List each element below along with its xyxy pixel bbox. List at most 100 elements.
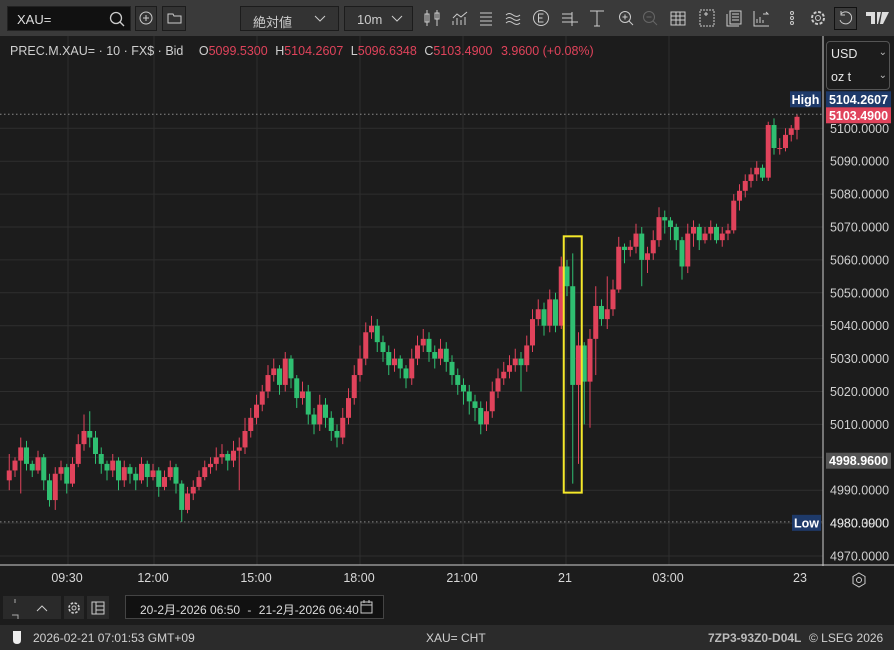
candle-body [213, 457, 219, 464]
event-icon[interactable] [531, 8, 551, 28]
candle-body [685, 233, 691, 267]
search-input[interactable]: XAU= [7, 6, 131, 31]
candle-body [190, 486, 196, 494]
y-tick-label: 5010.0000 [830, 418, 889, 432]
candle-body [29, 463, 35, 471]
candle-body [719, 233, 725, 241]
high-marker-label: High [792, 93, 820, 107]
x-tick-label: 03:00 [652, 571, 684, 585]
candle-body [144, 463, 150, 478]
candle-body [754, 167, 760, 175]
x-tick-label: 21:00 [446, 571, 478, 585]
candle-body [673, 227, 679, 241]
gear-icon [68, 602, 80, 614]
candle-body [622, 246, 627, 251]
candle-body [472, 401, 478, 408]
low-marker-label: Low [794, 516, 819, 530]
candle-body [231, 450, 236, 461]
last-price-label: 5103.4900 [829, 109, 888, 123]
x-tick-label: 23 [793, 571, 807, 585]
candle-body [449, 361, 455, 376]
overlays: High 5104.2607 5103.4900 4998.9600 Low 4980.3… [0, 91, 891, 531]
chart-export-icon[interactable] [751, 8, 771, 28]
gear-icon[interactable] [808, 8, 828, 28]
candle-body [208, 463, 213, 468]
low-value: 5096.6348 [357, 44, 417, 58]
interval-dropdown[interactable]: 10m [344, 6, 413, 31]
candle-body [242, 430, 248, 448]
candle-body [173, 467, 179, 484]
candle-body [518, 358, 524, 366]
change-value: 3.9600 (+0.08%) [500, 44, 594, 58]
calendar-icon[interactable] [360, 600, 373, 614]
grid: 4970.00004980.00004990.00005000.00005010… [0, 36, 894, 566]
interval-value: 10m [357, 12, 383, 27]
lines-icon[interactable] [476, 8, 496, 28]
candle-body [357, 358, 363, 376]
chart-settings-button[interactable] [63, 595, 85, 620]
search-value: XAU= [17, 12, 52, 27]
candle-body [12, 460, 18, 471]
high-label: H [275, 44, 285, 58]
candle-body [696, 227, 702, 241]
y-tick-label: 4970.0000 [830, 550, 889, 564]
candle-body [236, 447, 242, 451]
panel-toggle-button[interactable] [2, 595, 62, 620]
unit-dropdown[interactable]: oz t ⌄ [831, 70, 889, 84]
candle-body [121, 467, 127, 481]
candle-body [691, 227, 696, 234]
more-icon[interactable] [782, 8, 802, 28]
indicator-icon[interactable] [450, 8, 470, 28]
y-tick-label: 5100.0000 [830, 122, 889, 136]
candle-body [24, 447, 29, 464]
candle-body [397, 358, 403, 369]
add-button[interactable] [135, 6, 157, 31]
candle-body [386, 352, 392, 366]
y-tick-label: 5030.0000 [830, 352, 889, 366]
timestamp: 2026-02-21 07:01:53 GMT+09 [33, 631, 195, 645]
candle-body [47, 480, 52, 501]
candle-body [196, 477, 202, 487]
candle-body [512, 358, 518, 366]
candle-body [75, 444, 81, 464]
y-tick-label: 5050.0000 [830, 286, 889, 300]
text-icon[interactable] [587, 8, 607, 28]
candle-body [202, 467, 208, 478]
waves-icon[interactable] [503, 8, 523, 28]
reset-button[interactable] [834, 7, 857, 30]
search-icon[interactable] [108, 10, 126, 28]
candle-body [501, 371, 507, 379]
zoom-in-icon[interactable] [616, 8, 636, 28]
axis-settings-icon[interactable] [848, 570, 870, 590]
candle-body [300, 391, 305, 399]
x-tick-label: 09:30 [51, 571, 83, 585]
date-range-picker[interactable]: 20-2月-2026 06:50 - 21-2月-2026 06:40 [125, 595, 384, 619]
open-folder-button[interactable] [162, 6, 186, 31]
layout-button[interactable] [86, 595, 110, 620]
candle-body [639, 233, 645, 260]
candle-body [507, 365, 512, 372]
candle-body [340, 417, 346, 438]
price-chart[interactable]: 4970.00004980.00004990.00005000.00005010… [0, 36, 894, 566]
chevron-down-icon [314, 15, 326, 22]
candle-body [81, 430, 87, 445]
candlestick-icon[interactable] [422, 8, 442, 28]
unit-selector: USD ⌄ oz t ⌄ [826, 41, 890, 90]
candle-body [564, 266, 570, 287]
candle-body [541, 309, 547, 326]
y-tick-label: 5060.0000 [830, 253, 889, 267]
zoom-out-icon[interactable] [640, 8, 660, 28]
candle-body [760, 167, 765, 178]
candle-body [6, 470, 12, 481]
candle-body [116, 460, 121, 481]
high-value: 5104.2607 [284, 44, 344, 58]
candle-body [219, 454, 225, 458]
table-icon[interactable] [668, 8, 688, 28]
candle-body [426, 338, 432, 353]
add-panel-icon[interactable] [697, 8, 717, 28]
legend-side: Bid [165, 44, 184, 58]
scale-mode-dropdown[interactable]: 絶対値 [240, 6, 339, 31]
news-icon[interactable] [724, 8, 744, 28]
currency-dropdown[interactable]: USD ⌄ [831, 47, 889, 61]
crosshair-icon[interactable] [560, 8, 580, 28]
